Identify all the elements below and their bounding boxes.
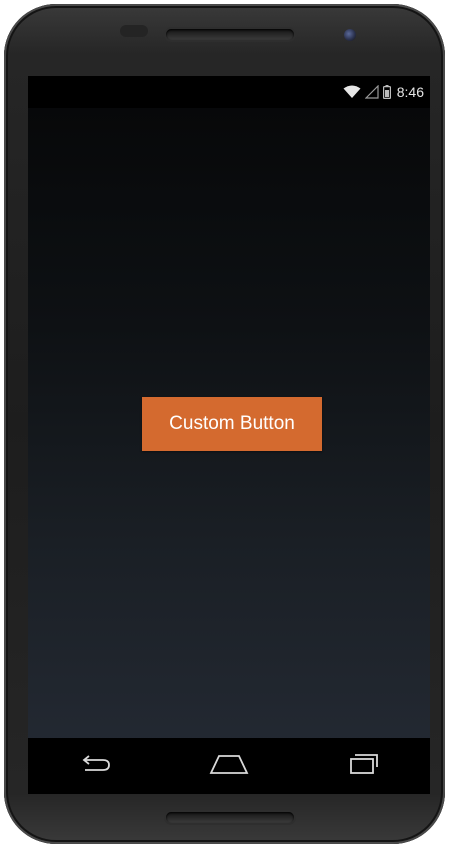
bottom-speaker [166,812,294,823]
recents-icon [348,753,378,780]
custom-button[interactable]: Custom Button [142,397,322,451]
proximity-sensor [120,25,148,37]
status-clock: 8:46 [396,84,424,100]
battery-icon [382,85,391,99]
app-screen: 8:46 Custom Button [28,76,430,794]
back-button[interactable] [60,738,130,794]
cell-signal-icon [364,85,379,99]
home-button[interactable] [194,738,264,794]
home-icon [209,753,249,780]
navigation-bar [28,738,430,794]
front-camera [344,29,356,41]
status-bar: 8:46 [28,76,430,108]
phone-frame: 8:46 Custom Button [4,4,445,844]
wifi-icon [343,85,361,99]
back-icon [77,754,113,779]
recents-button[interactable] [328,738,398,794]
earpiece-speaker [166,29,294,40]
